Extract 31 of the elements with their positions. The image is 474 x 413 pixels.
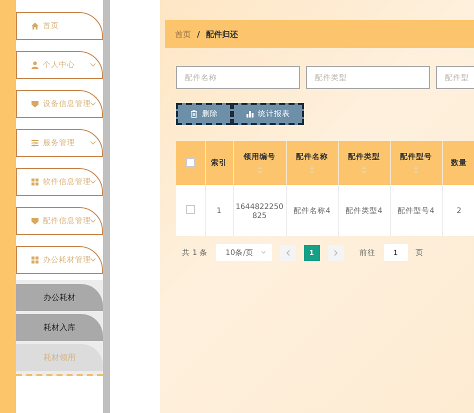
home-icon [31, 22, 39, 30]
sort-icon[interactable] [256, 166, 262, 174]
checkbox[interactable] [186, 158, 195, 166]
chevron-down-icon [90, 180, 96, 184]
prev-page-button[interactable] [280, 244, 296, 260]
shield-icon [31, 100, 39, 108]
checkbox[interactable] [186, 205, 195, 214]
next-page-button[interactable] [328, 244, 344, 260]
submenu-item[interactable]: 耗材入库 [16, 314, 103, 341]
breadcrumb-link[interactable]: 首页 [175, 28, 191, 40]
trash-icon [190, 110, 198, 118]
chevron-down-icon [90, 102, 96, 106]
chevron-down-icon [260, 251, 266, 254]
bar-chart-icon [246, 110, 254, 118]
shield-icon [31, 217, 39, 225]
sliders-icon [31, 139, 39, 147]
breadcrumb-text: 配件归还 [206, 28, 238, 40]
sort-icon[interactable] [361, 166, 367, 174]
chevron-down-icon [90, 141, 96, 145]
breadcrumb-text: / [197, 30, 200, 38]
submenu-item[interactable]: 办公耗材 [16, 284, 103, 311]
user-icon [31, 61, 39, 69]
chevron-down-icon [90, 258, 96, 262]
chevron-left-icon [286, 250, 290, 256]
chevron-right-icon [334, 250, 338, 256]
sort-icon[interactable] [309, 166, 315, 174]
sort-icon[interactable] [413, 166, 419, 174]
grid-icon [31, 256, 39, 264]
chevron-down-icon [90, 63, 96, 67]
chevron-down-icon [90, 219, 96, 223]
grid-icon [31, 178, 39, 186]
